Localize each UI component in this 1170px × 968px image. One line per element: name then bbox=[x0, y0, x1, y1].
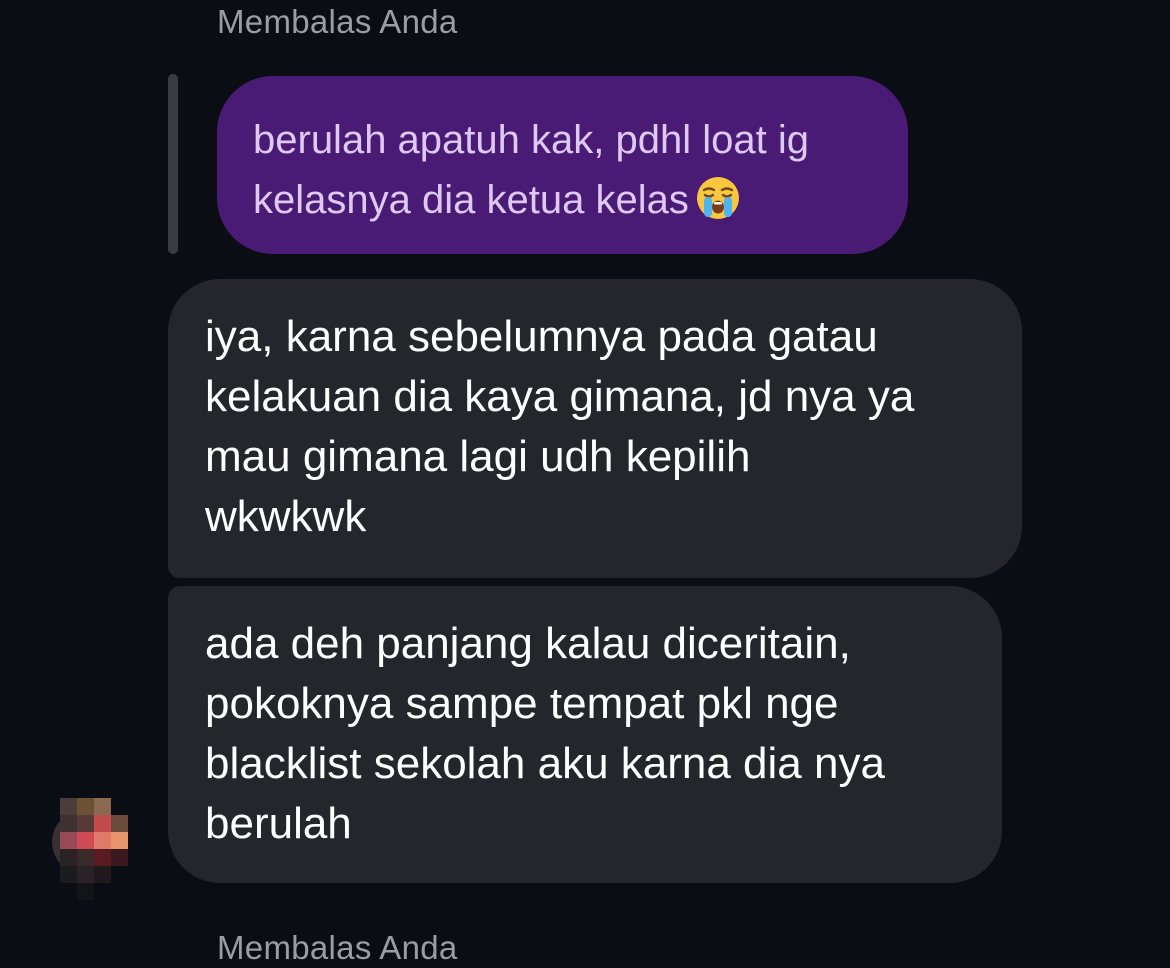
message-text-line: pokoknya sampe tempat pkl nge bbox=[205, 679, 839, 728]
message-text-line: wkwkwk bbox=[205, 492, 367, 541]
message-text-line: iya, karna sebelumnya pada gatau bbox=[205, 312, 878, 361]
incoming-message-bubble[interactable]: iya, karna sebelumnya pada gatau kelakua… bbox=[168, 279, 1022, 578]
message-text-line: berulah bbox=[205, 799, 352, 848]
message-text-line: mau gimana lagi udh kepilih bbox=[205, 432, 751, 481]
message-text-line: kelasnya dia ketua kelas bbox=[253, 170, 872, 230]
quoted-message-bubble[interactable]: berulah apatuh kak, pdhl loat ig kelasny… bbox=[217, 76, 908, 254]
message-text-line: ada deh panjang kalau diceritain, bbox=[205, 619, 851, 668]
incoming-message-bubble[interactable]: ada deh panjang kalau diceritain, pokokn… bbox=[168, 586, 1002, 883]
message-text-line: kelakuan dia kaya gimana, jd nya ya bbox=[205, 372, 915, 421]
loudly-crying-face-icon bbox=[696, 177, 739, 219]
message-text-line: berulah apatuh kak, pdhl loat ig bbox=[253, 118, 809, 162]
reply-quote-bar bbox=[168, 74, 178, 254]
reply-label: Membalas Anda bbox=[217, 929, 458, 966]
message-text-line: blacklist sekolah aku karna dia nya bbox=[205, 739, 885, 788]
avatar[interactable] bbox=[48, 798, 132, 900]
reply-label: Membalas Anda bbox=[217, 3, 458, 40]
